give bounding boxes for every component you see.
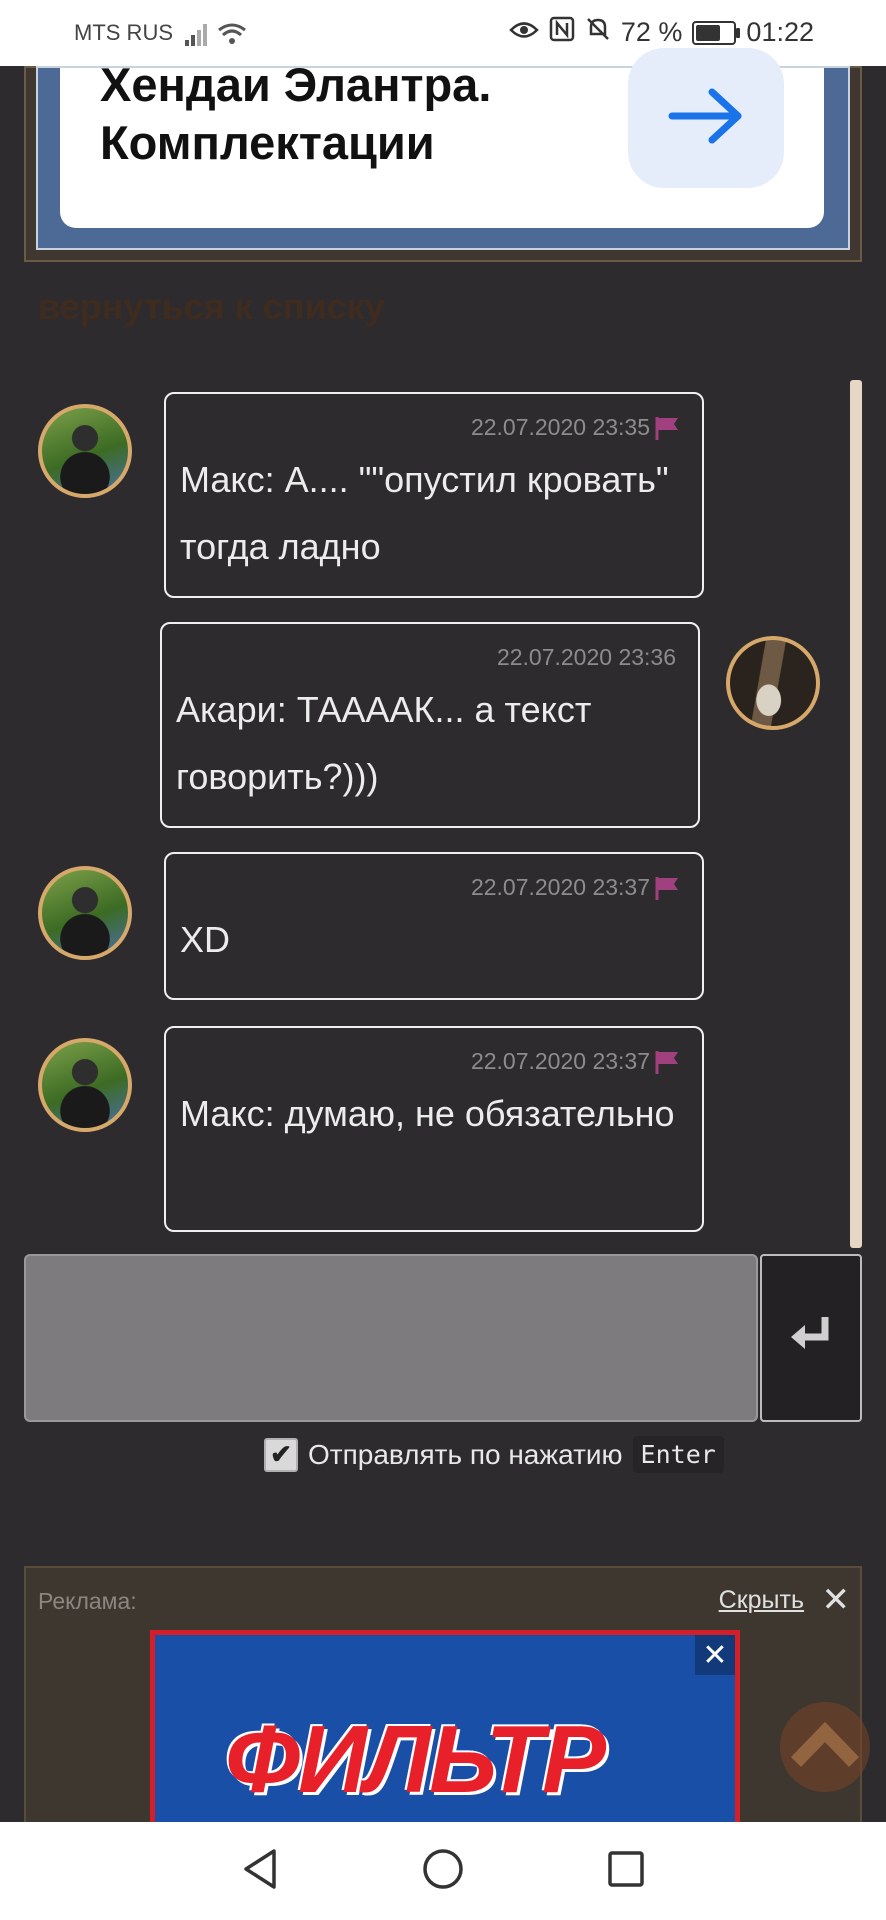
scroll-to-top-button[interactable] [780,1702,870,1792]
ad-label: Реклама: [38,1588,137,1614]
message-text: Макс: А.... ""опустил кровать" тогда лад… [180,459,669,567]
nfc-icon [549,16,575,49]
top-ad-banner[interactable]: Хендаи Элантра. Комплектации [24,48,862,262]
ad-banner-logo: ФИЛЬТР [225,1706,606,1813]
message-text: XD [180,919,231,960]
avatar[interactable] [726,636,820,730]
ad-banner-image[interactable]: ФИЛЬТР ✕ [150,1630,740,1830]
message-time: 22.07.2020 23:35 [470,414,650,440]
message-text: Акари: ТААААК... а текст говорить?))) [176,689,592,797]
back-to-list-link[interactable]: вернуться к списку [38,286,385,328]
hide-ad-link[interactable]: Скрыть [719,1586,804,1615]
message-time: 22.07.2020 23:37 [470,874,650,900]
message-time: 22.07.2020 23:37 [470,1048,650,1074]
top-ad-arrow-button[interactable] [628,48,784,188]
chat-scrollbar[interactable] [850,380,862,1248]
clock: 01:22 [746,17,814,47]
flag-icon[interactable] [654,875,680,901]
eye-icon [509,17,539,48]
message-time: 22.07.2020 23:36 [496,644,676,670]
arrow-right-icon [666,86,746,151]
top-ad-frame: Хендаи Элантра. Комплектации [36,48,850,250]
chevron-up-icon [790,1720,860,1775]
enter-return-icon [789,1313,833,1364]
send-button[interactable] [760,1254,862,1422]
battery-icon [692,20,741,45]
bell-off-icon [585,16,611,49]
chat-messages[interactable]: 22.07.2020 23:35 Макс: А.... ""опустил к… [0,380,886,1248]
message-text: Макс: думаю, не обязательно [180,1093,675,1134]
message-bubble: 22.07.2020 23:36 Акари: ТААААК... а текс… [160,622,700,828]
avatar[interactable] [38,404,132,498]
carrier-name: MTS RUS [74,20,173,45]
send-on-enter-label: Отправлять по нажатию [308,1438,623,1470]
recents-icon[interactable] [606,1849,646,1894]
send-on-enter-option[interactable]: ✔ Отправлять по нажатию Enter [264,1436,724,1473]
message-bubble: 22.07.2020 23:35 Макс: А.... ""опустил к… [164,392,704,598]
flag-icon[interactable] [654,415,680,441]
enter-key-badge: Enter [632,1436,724,1473]
message-bubble: 22.07.2020 23:37 XD [164,852,704,1000]
bottom-ad-block: Реклама: Скрыть ✕ ФИЛЬТР ✕ [24,1566,862,1830]
home-icon[interactable] [421,1847,465,1896]
avatar[interactable] [38,1038,132,1132]
top-ad-card[interactable]: Хендаи Элантра. Комплектации [60,48,824,228]
message-bubble: 22.07.2020 23:37 Макс: думаю, не обязате… [164,1026,704,1232]
system-nav-bar [0,1822,886,1920]
close-icon[interactable]: ✕ [695,1635,735,1675]
message-input[interactable] [24,1254,758,1422]
battery-percent: 72 % [620,17,683,47]
avatar[interactable] [38,866,132,960]
signal-icon [185,18,255,53]
back-icon[interactable] [240,1847,280,1896]
top-ad-title: Хендаи Элантра. Комплектации [100,58,492,169]
send-on-enter-checkbox[interactable]: ✔ [264,1437,298,1472]
close-icon[interactable]: ✕ [822,1580,851,1620]
flag-icon[interactable] [654,1049,680,1075]
